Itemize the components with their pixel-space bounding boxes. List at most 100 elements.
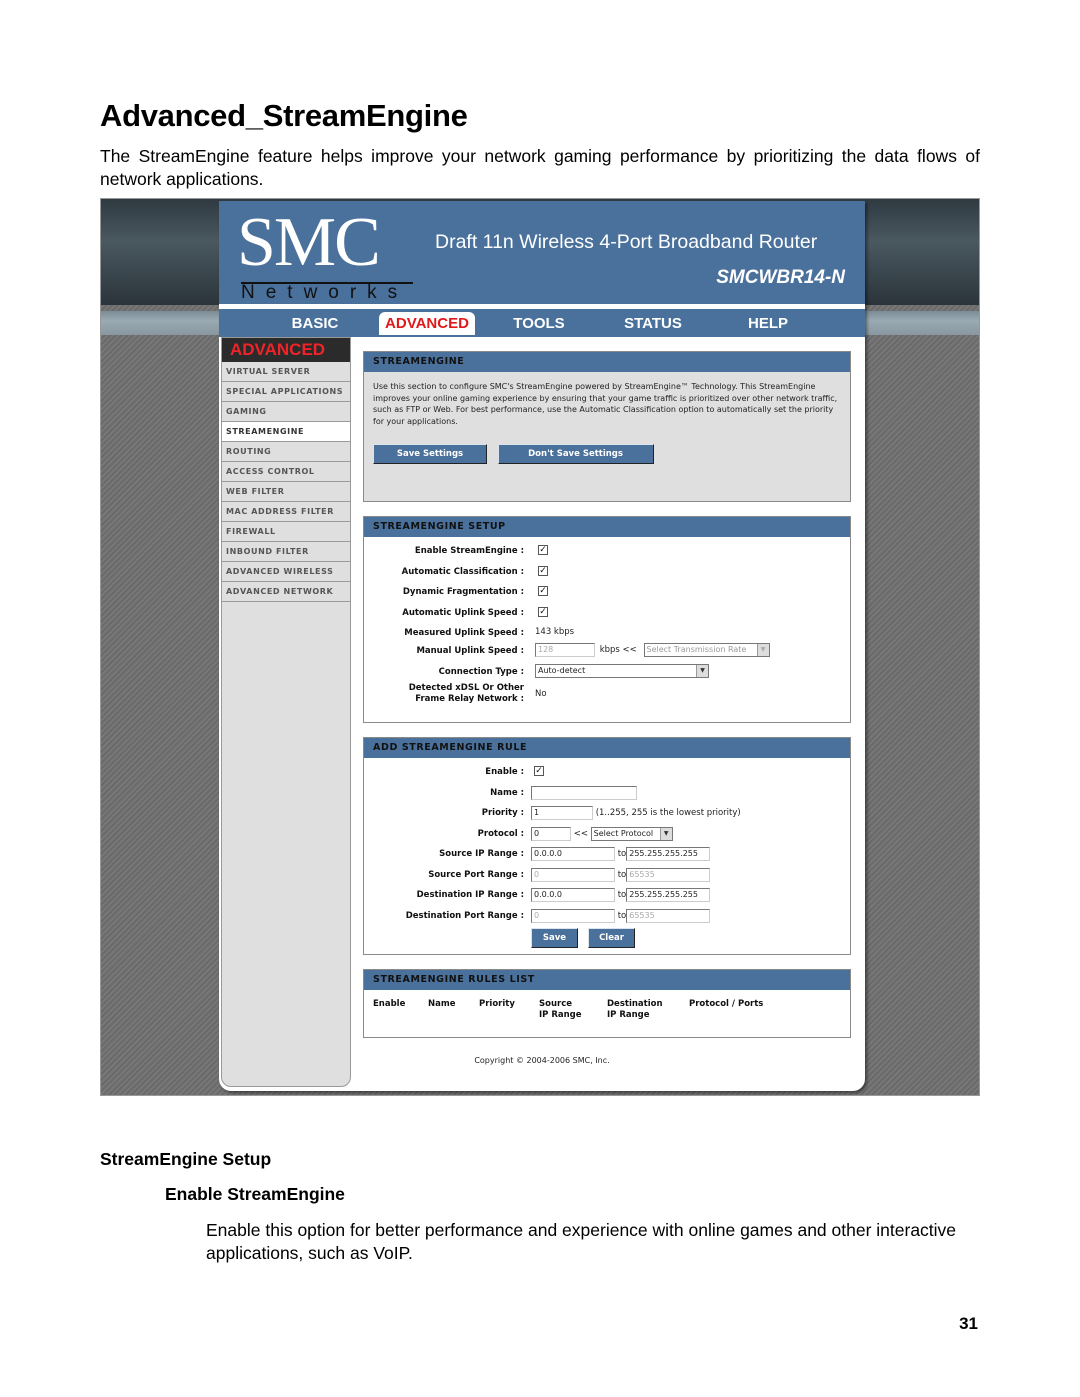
add-rule-heading: ADD STREAMENGINE RULE <box>364 738 850 758</box>
page-number: 31 <box>959 1314 978 1333</box>
dynamic-fragmentation-checkbox[interactable]: ✓ <box>538 586 548 596</box>
sidebar-item-advanced-wireless[interactable]: ADVANCED WIRELESS <box>222 562 350 582</box>
tab-tools[interactable]: TOOLS <box>501 312 577 335</box>
dont-save-settings-button[interactable]: Don't Save Settings <box>497 444 654 464</box>
protocol-select[interactable]: Select Protocol ▼ <box>590 826 673 841</box>
tab-advanced[interactable]: ADVANCED <box>379 312 475 335</box>
save-settings-button[interactable]: Save Settings <box>373 444 487 464</box>
transmission-rate-select-value: Select Transmission Rate <box>646 645 747 654</box>
sidebar-item-firewall[interactable]: FIREWALL <box>222 522 350 542</box>
rules-list-heading: STREAMENGINE RULES LIST <box>364 970 850 990</box>
rule-protocol-label: Protocol : <box>477 828 524 839</box>
router-header: SMC Networks Draft 11n Wireless 4-Port B… <box>219 201 865 304</box>
column-protocol-ports: Protocol / Ports <box>689 999 764 1009</box>
manual-uplink-speed-label: Manual Uplink Speed : <box>416 646 524 656</box>
sidebar-item-web-filter[interactable]: WEB FILTER <box>222 482 350 502</box>
rule-save-button[interactable]: Save <box>531 928 578 948</box>
manual-uplink-speed-input[interactable]: 128 <box>535 643 595 657</box>
protocol-select-value: Select Protocol <box>593 828 654 838</box>
router-screenshot: SMC Networks Draft 11n Wireless 4-Port B… <box>100 198 980 1096</box>
sidebar-item-special-applications[interactable]: SPECIAL APPLICATIONS <box>222 382 350 402</box>
tab-status[interactable]: STATUS <box>613 312 693 335</box>
xdsl-label: Detected xDSL Or Other Frame Relay Networ… <box>409 683 524 705</box>
connection-type-label: Connection Type : <box>438 667 524 677</box>
sidebar-item-routing[interactable]: ROUTING <box>222 442 350 462</box>
source-port-from-input[interactable]: 0 <box>531 867 615 882</box>
enable-streamengine-label: Enable StreamEngine : <box>414 546 524 556</box>
networks-logo-text: Networks <box>241 282 409 303</box>
product-name: Draft 11n Wireless 4-Port Broadband Rout… <box>435 231 818 253</box>
rule-priority-input[interactable]: 1 <box>531 806 593 820</box>
destination-ip-to-input[interactable]: 255.255.255.255 <box>626 888 711 902</box>
source-ip-range-label: Source IP Range : <box>439 849 524 859</box>
streamengine-heading: STREAMENGINE <box>364 352 850 372</box>
connection-type-select[interactable]: Auto-detect ▼ <box>535 664 709 678</box>
automatic-classification-label: Automatic Classification : <box>401 566 524 577</box>
automatic-uplink-speed-checkbox[interactable]: ✓ <box>538 606 548 617</box>
section-heading: StreamEngine Setup <box>100 1149 272 1169</box>
destination-port-range-label: Destination Port Range : <box>405 910 524 921</box>
tab-basic[interactable]: BASIC <box>275 312 355 335</box>
sidebar-item-advanced-network[interactable]: ADVANCED NETWORK <box>222 582 350 602</box>
destination-port-to-input[interactable]: 65535 <box>626 908 711 923</box>
column-source-ip-range: Source IP Range <box>539 999 582 1020</box>
source-ip-from-input[interactable]: 0.0.0.0 <box>531 847 615 861</box>
chevron-down-icon: ▼ <box>659 827 672 840</box>
to-label: to <box>617 890 627 900</box>
measured-uplink-speed-value: 143 kbps <box>535 627 575 637</box>
smc-logo: SMC <box>237 204 381 281</box>
xdsl-value: No <box>535 689 547 699</box>
dynamic-fragmentation-label: Dynamic Fragmentation : <box>402 587 524 597</box>
column-destination-ip-range: Destination IP Range <box>607 999 663 1020</box>
column-priority: Priority <box>479 999 515 1009</box>
source-ip-to-input[interactable]: 255.255.255.255 <box>626 847 711 861</box>
source-port-to-input[interactable]: 65535 <box>626 867 711 882</box>
to-label: to <box>617 849 627 859</box>
sidebar-item-access-control[interactable]: ACCESS CONTROL <box>222 462 350 482</box>
rule-protocol-input[interactable]: 0 <box>531 826 571 841</box>
streamengine-rules-list-panel: STREAMENGINE RULES LIST Enable Name Prio… <box>363 969 851 1038</box>
sidebar-item-streamengine[interactable]: STREAMENGINE <box>222 422 350 442</box>
top-nav: BASIC ADVANCED TOOLS STATUS HELP <box>219 309 865 337</box>
chevron-down-icon: ▼ <box>696 665 708 677</box>
manual-uplink-unit: kbps << <box>599 645 637 655</box>
sidebar-item-mac-address-filter[interactable]: MAC ADDRESS FILTER <box>222 502 350 522</box>
tab-help[interactable]: HELP <box>733 312 803 335</box>
sidebar-item-inbound-filter[interactable]: INBOUND FILTER <box>222 542 350 562</box>
rule-name-label: Name : <box>490 787 524 798</box>
subsection-text: Enable this option for better performanc… <box>206 1220 957 1263</box>
destination-ip-from-input[interactable]: 0.0.0.0 <box>531 888 615 902</box>
automatic-classification-checkbox[interactable]: ✓ <box>538 565 548 576</box>
xdsl-label-line2: Frame Relay Network : <box>415 694 524 704</box>
rules-list-header-row: Enable Name Priority Source IP Range Dest… <box>364 990 850 1037</box>
sidebar-item-virtual-server[interactable]: VIRTUAL SERVER <box>222 362 350 382</box>
router-web-ui: SMC Networks Draft 11n Wireless 4-Port B… <box>219 201 865 1091</box>
subsection-heading: Enable StreamEngine <box>165 1184 345 1204</box>
chevron-down-icon: ▼ <box>756 644 769 656</box>
setup-heading: STREAMENGINE SETUP <box>364 517 850 537</box>
streamengine-setup-panel: STREAMENGINE SETUP Enable StreamEngine :… <box>363 516 851 723</box>
source-port-range-label: Source Port Range : <box>428 869 524 880</box>
sidebar: ADVANCED VIRTUAL SERVER SPECIAL APPLICAT… <box>221 337 351 1087</box>
copyright-text: Copyright © 2004-2006 SMC, Inc. <box>474 1056 610 1065</box>
streamengine-description: Use this section to configure SMC's Stre… <box>373 382 838 426</box>
column-name: Name <box>428 999 456 1009</box>
main-content: STREAMENGINE Use this section to configu… <box>363 351 851 1052</box>
sidebar-item-gaming[interactable]: GAMING <box>222 402 350 422</box>
intro-paragraph: The StreamEngine feature helps improve y… <box>100 146 980 189</box>
column-enable: Enable <box>373 999 406 1009</box>
measured-uplink-speed-label: Measured Uplink Speed : <box>404 628 524 638</box>
model-name: SMCWBR14-N <box>716 267 845 288</box>
sidebar-heading: ADVANCED <box>222 338 350 362</box>
transmission-rate-select[interactable]: Select Transmission Rate ▼ <box>643 643 770 657</box>
rule-enable-checkbox[interactable]: ✓ <box>534 766 544 776</box>
page-title: Advanced_StreamEngine <box>100 98 468 133</box>
destination-ip-range-label: Destination IP Range : <box>416 890 524 900</box>
rule-priority-label: Priority : <box>481 808 524 818</box>
rule-name-input[interactable] <box>531 785 637 800</box>
rule-clear-button[interactable]: Clear <box>588 928 635 948</box>
xdsl-label-line1: Detected xDSL Or Other <box>408 683 524 693</box>
enable-streamengine-checkbox[interactable]: ✓ <box>538 545 548 555</box>
destination-port-from-input[interactable]: 0 <box>531 908 615 923</box>
rule-enable-label: Enable : <box>485 767 524 777</box>
